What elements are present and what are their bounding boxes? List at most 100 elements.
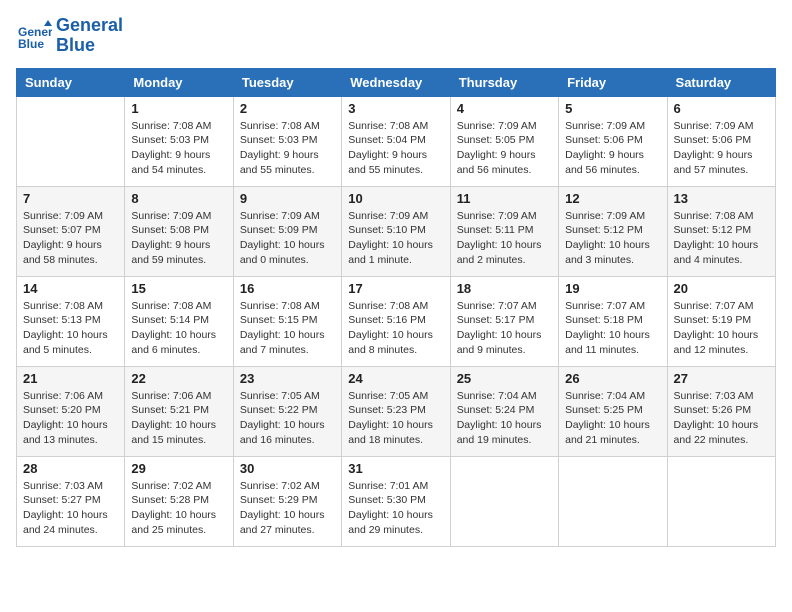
week-row-3: 14 Sunrise: 7:08 AMSunset: 5:13 PMDaylig…	[17, 276, 776, 366]
calendar-cell: 21 Sunrise: 7:06 AMSunset: 5:20 PMDaylig…	[17, 366, 125, 456]
calendar-cell: 31 Sunrise: 7:01 AMSunset: 5:30 PMDaylig…	[342, 456, 450, 546]
calendar-cell: 26 Sunrise: 7:04 AMSunset: 5:25 PMDaylig…	[559, 366, 667, 456]
day-number: 12	[565, 191, 660, 206]
day-number: 11	[457, 191, 552, 206]
day-info: Sunrise: 7:01 AMSunset: 5:30 PMDaylight:…	[348, 479, 443, 538]
day-info: Sunrise: 7:05 AMSunset: 5:22 PMDaylight:…	[240, 389, 335, 448]
day-info: Sunrise: 7:06 AMSunset: 5:20 PMDaylight:…	[23, 389, 118, 448]
column-header-wednesday: Wednesday	[342, 68, 450, 96]
day-info: Sunrise: 7:08 AMSunset: 5:03 PMDaylight:…	[131, 119, 226, 178]
calendar-cell: 7 Sunrise: 7:09 AMSunset: 5:07 PMDayligh…	[17, 186, 125, 276]
day-info: Sunrise: 7:07 AMSunset: 5:18 PMDaylight:…	[565, 299, 660, 358]
calendar-cell: 30 Sunrise: 7:02 AMSunset: 5:29 PMDaylig…	[233, 456, 341, 546]
day-number: 28	[23, 461, 118, 476]
calendar-cell: 15 Sunrise: 7:08 AMSunset: 5:14 PMDaylig…	[125, 276, 233, 366]
day-number: 8	[131, 191, 226, 206]
day-number: 25	[457, 371, 552, 386]
day-info: Sunrise: 7:09 AMSunset: 5:06 PMDaylight:…	[674, 119, 769, 178]
day-info: Sunrise: 7:08 AMSunset: 5:04 PMDaylight:…	[348, 119, 443, 178]
calendar-cell: 20 Sunrise: 7:07 AMSunset: 5:19 PMDaylig…	[667, 276, 775, 366]
calendar-cell: 2 Sunrise: 7:08 AMSunset: 5:03 PMDayligh…	[233, 96, 341, 186]
day-number: 29	[131, 461, 226, 476]
calendar-cell: 19 Sunrise: 7:07 AMSunset: 5:18 PMDaylig…	[559, 276, 667, 366]
calendar-cell: 17 Sunrise: 7:08 AMSunset: 5:16 PMDaylig…	[342, 276, 450, 366]
page-header: General Blue GeneralBlue	[16, 16, 776, 56]
svg-text:Blue: Blue	[18, 37, 44, 51]
day-info: Sunrise: 7:09 AMSunset: 5:09 PMDaylight:…	[240, 209, 335, 268]
calendar-cell: 28 Sunrise: 7:03 AMSunset: 5:27 PMDaylig…	[17, 456, 125, 546]
calendar-cell: 12 Sunrise: 7:09 AMSunset: 5:12 PMDaylig…	[559, 186, 667, 276]
column-header-friday: Friday	[559, 68, 667, 96]
day-number: 24	[348, 371, 443, 386]
calendar-cell: 24 Sunrise: 7:05 AMSunset: 5:23 PMDaylig…	[342, 366, 450, 456]
day-info: Sunrise: 7:09 AMSunset: 5:12 PMDaylight:…	[565, 209, 660, 268]
day-info: Sunrise: 7:05 AMSunset: 5:23 PMDaylight:…	[348, 389, 443, 448]
day-number: 22	[131, 371, 226, 386]
day-info: Sunrise: 7:08 AMSunset: 5:15 PMDaylight:…	[240, 299, 335, 358]
day-number: 15	[131, 281, 226, 296]
day-number: 7	[23, 191, 118, 206]
day-info: Sunrise: 7:08 AMSunset: 5:16 PMDaylight:…	[348, 299, 443, 358]
day-info: Sunrise: 7:04 AMSunset: 5:25 PMDaylight:…	[565, 389, 660, 448]
logo: General Blue GeneralBlue	[16, 16, 123, 56]
calendar-cell	[667, 456, 775, 546]
header-row: SundayMondayTuesdayWednesdayThursdayFrid…	[17, 68, 776, 96]
day-number: 2	[240, 101, 335, 116]
calendar-cell: 6 Sunrise: 7:09 AMSunset: 5:06 PMDayligh…	[667, 96, 775, 186]
calendar-cell: 16 Sunrise: 7:08 AMSunset: 5:15 PMDaylig…	[233, 276, 341, 366]
day-number: 21	[23, 371, 118, 386]
day-number: 1	[131, 101, 226, 116]
calendar-cell: 23 Sunrise: 7:05 AMSunset: 5:22 PMDaylig…	[233, 366, 341, 456]
week-row-5: 28 Sunrise: 7:03 AMSunset: 5:27 PMDaylig…	[17, 456, 776, 546]
calendar-cell: 3 Sunrise: 7:08 AMSunset: 5:04 PMDayligh…	[342, 96, 450, 186]
calendar-cell	[17, 96, 125, 186]
day-number: 18	[457, 281, 552, 296]
calendar-cell	[450, 456, 558, 546]
day-number: 27	[674, 371, 769, 386]
calendar-cell: 13 Sunrise: 7:08 AMSunset: 5:12 PMDaylig…	[667, 186, 775, 276]
column-header-saturday: Saturday	[667, 68, 775, 96]
calendar-cell: 10 Sunrise: 7:09 AMSunset: 5:10 PMDaylig…	[342, 186, 450, 276]
calendar-cell: 1 Sunrise: 7:08 AMSunset: 5:03 PMDayligh…	[125, 96, 233, 186]
day-number: 31	[348, 461, 443, 476]
column-header-tuesday: Tuesday	[233, 68, 341, 96]
day-info: Sunrise: 7:09 AMSunset: 5:07 PMDaylight:…	[23, 209, 118, 268]
day-number: 20	[674, 281, 769, 296]
logo-text: GeneralBlue	[56, 16, 123, 56]
day-number: 13	[674, 191, 769, 206]
calendar-table: SundayMondayTuesdayWednesdayThursdayFrid…	[16, 68, 776, 547]
day-number: 16	[240, 281, 335, 296]
calendar-cell	[559, 456, 667, 546]
day-info: Sunrise: 7:02 AMSunset: 5:29 PMDaylight:…	[240, 479, 335, 538]
day-info: Sunrise: 7:08 AMSunset: 5:14 PMDaylight:…	[131, 299, 226, 358]
day-info: Sunrise: 7:09 AMSunset: 5:08 PMDaylight:…	[131, 209, 226, 268]
day-info: Sunrise: 7:08 AMSunset: 5:13 PMDaylight:…	[23, 299, 118, 358]
day-info: Sunrise: 7:03 AMSunset: 5:27 PMDaylight:…	[23, 479, 118, 538]
day-number: 14	[23, 281, 118, 296]
column-header-sunday: Sunday	[17, 68, 125, 96]
day-number: 3	[348, 101, 443, 116]
day-info: Sunrise: 7:09 AMSunset: 5:05 PMDaylight:…	[457, 119, 552, 178]
calendar-cell: 14 Sunrise: 7:08 AMSunset: 5:13 PMDaylig…	[17, 276, 125, 366]
calendar-cell: 4 Sunrise: 7:09 AMSunset: 5:05 PMDayligh…	[450, 96, 558, 186]
column-header-monday: Monday	[125, 68, 233, 96]
day-number: 9	[240, 191, 335, 206]
day-number: 6	[674, 101, 769, 116]
calendar-cell: 8 Sunrise: 7:09 AMSunset: 5:08 PMDayligh…	[125, 186, 233, 276]
calendar-cell: 9 Sunrise: 7:09 AMSunset: 5:09 PMDayligh…	[233, 186, 341, 276]
day-number: 26	[565, 371, 660, 386]
day-info: Sunrise: 7:09 AMSunset: 5:06 PMDaylight:…	[565, 119, 660, 178]
calendar-cell: 5 Sunrise: 7:09 AMSunset: 5:06 PMDayligh…	[559, 96, 667, 186]
day-info: Sunrise: 7:02 AMSunset: 5:28 PMDaylight:…	[131, 479, 226, 538]
logo-icon: General Blue	[16, 18, 52, 54]
week-row-4: 21 Sunrise: 7:06 AMSunset: 5:20 PMDaylig…	[17, 366, 776, 456]
day-info: Sunrise: 7:09 AMSunset: 5:11 PMDaylight:…	[457, 209, 552, 268]
day-number: 17	[348, 281, 443, 296]
day-info: Sunrise: 7:08 AMSunset: 5:12 PMDaylight:…	[674, 209, 769, 268]
day-number: 19	[565, 281, 660, 296]
day-number: 5	[565, 101, 660, 116]
calendar-cell: 25 Sunrise: 7:04 AMSunset: 5:24 PMDaylig…	[450, 366, 558, 456]
calendar-cell: 11 Sunrise: 7:09 AMSunset: 5:11 PMDaylig…	[450, 186, 558, 276]
day-info: Sunrise: 7:09 AMSunset: 5:10 PMDaylight:…	[348, 209, 443, 268]
day-info: Sunrise: 7:04 AMSunset: 5:24 PMDaylight:…	[457, 389, 552, 448]
